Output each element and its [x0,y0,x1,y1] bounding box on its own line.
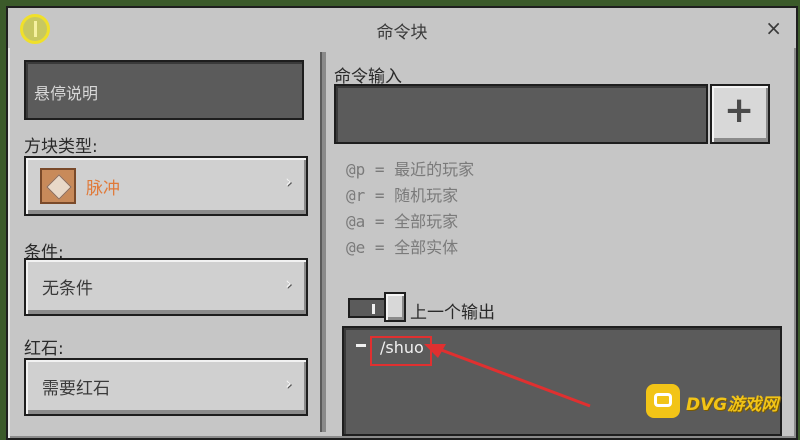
block-type-label: 方块类型: [24,137,98,157]
redstone-value: 需要红石 [42,379,110,399]
redstone-dropdown[interactable]: 需要红石 › [24,358,308,416]
output-bullet [356,344,366,347]
toggle-knob[interactable] [384,292,406,322]
command-block-dialog: 命令块 × 悬停说明 方块类型: 脉冲 › 条件: 无条件 › 红石: 需要红石… [6,6,798,440]
chevron-right-icon: › [285,172,292,192]
chevron-right-icon: › [285,374,292,394]
block-type-value: 脉冲 [86,179,120,199]
selector-hint-r: @r = 随机玩家 [346,186,459,205]
left-panel: 悬停说明 方块类型: 脉冲 › 条件: 无条件 › 红石: 需要红石 › [18,52,318,432]
selector-hint-a: @a = 全部玩家 [346,212,459,231]
watermark: DVG游戏网 [646,384,794,418]
chevron-right-icon: › [285,274,292,294]
title-bar: 命令块 × [8,8,796,48]
previous-output-label: 上一个输出 [410,303,495,323]
condition-value: 无条件 [42,279,93,299]
selector-hint-e: @e = 全部实体 [346,238,459,257]
add-command-button[interactable]: + [710,84,770,144]
watermark-text: DVG游戏网 [686,395,779,415]
selector-hint-p: @p = 最近的玩家 [346,160,475,179]
condition-dropdown[interactable]: 无条件 › [24,258,308,316]
command-input[interactable] [334,84,708,144]
panel-divider [320,52,326,432]
block-type-dropdown[interactable]: 脉冲 › [24,156,308,216]
hover-note-placeholder: 悬停说明 [34,84,99,103]
gamepad-icon [646,384,680,418]
window-title: 命令块 [376,23,428,43]
close-icon[interactable]: × [765,16,782,40]
hover-note-input[interactable]: 悬停说明 [24,60,304,120]
plus-icon: + [724,90,755,131]
redstone-label: 红石: [24,339,64,359]
annotation-arrow [424,344,591,408]
impulse-command-block-icon [40,168,76,204]
previous-output-toggle[interactable] [348,292,412,322]
